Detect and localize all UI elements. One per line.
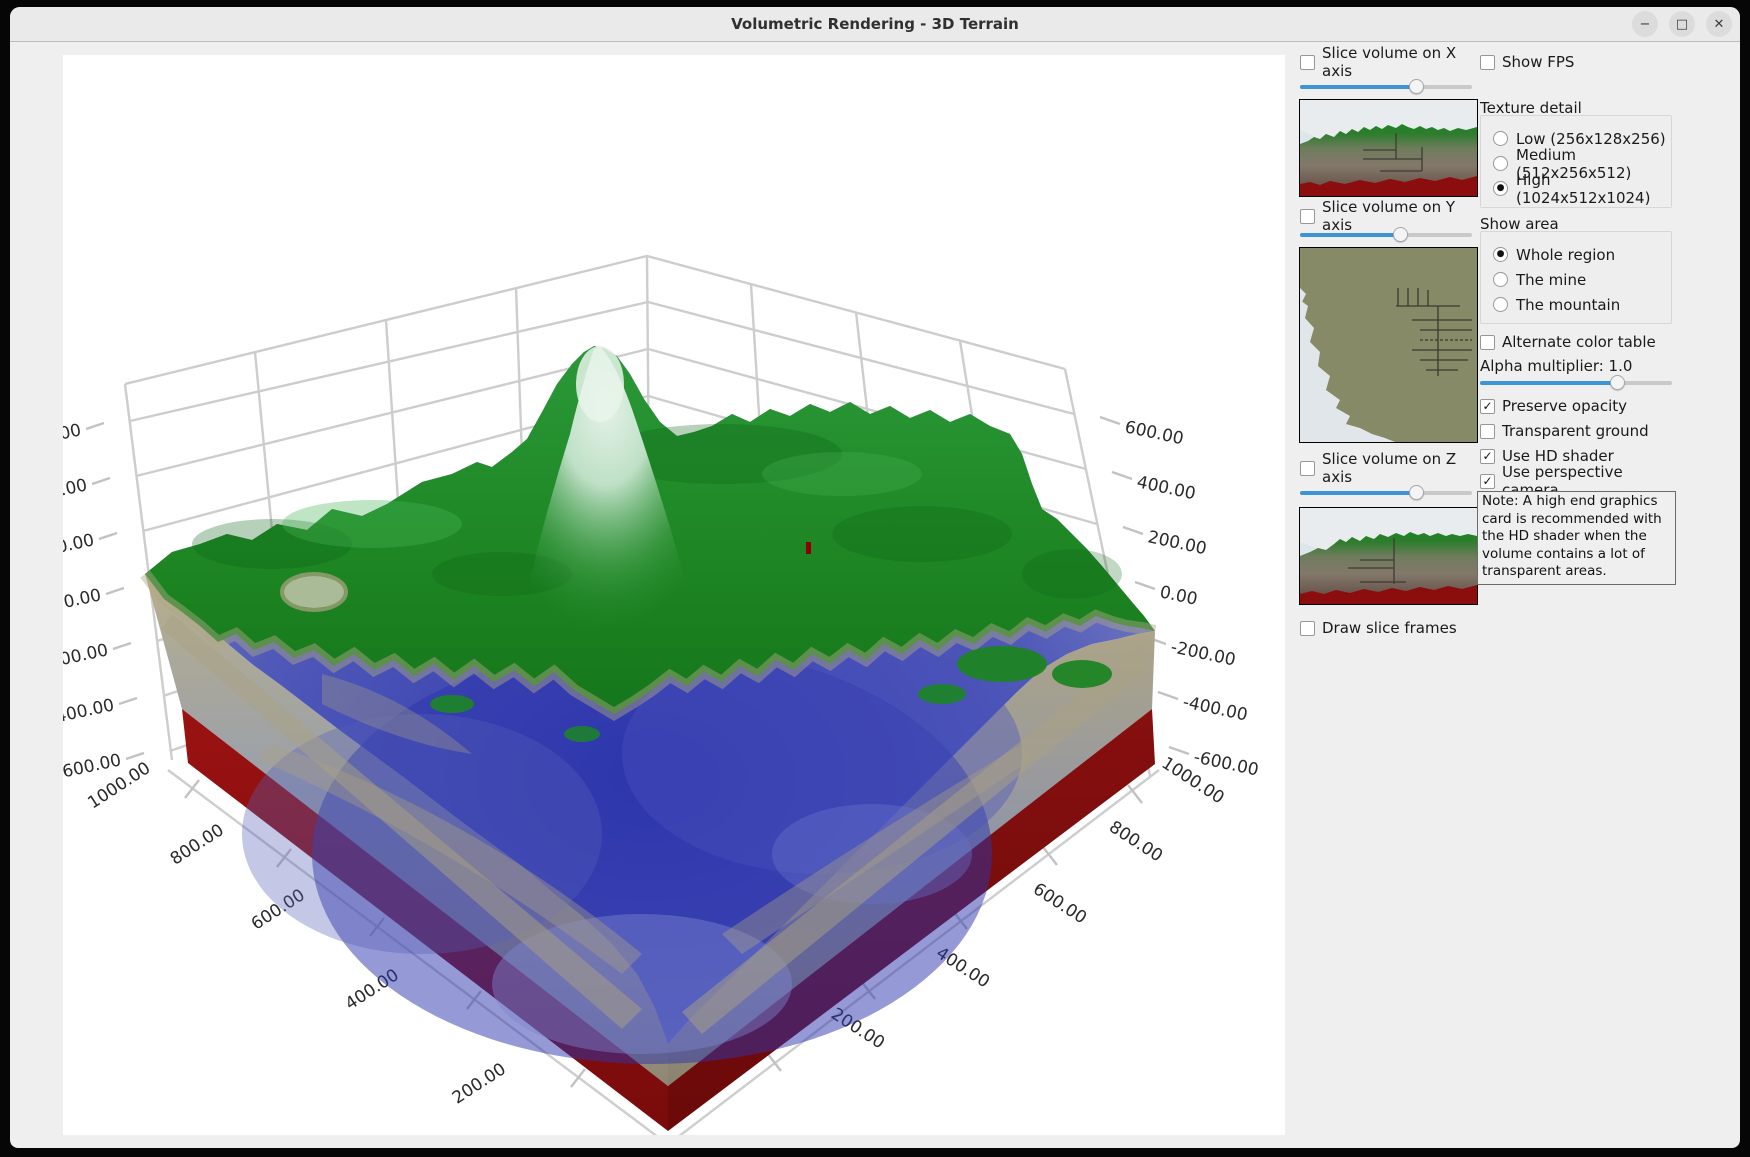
- radio-texture-high[interactable]: ● High (1024x512x1024): [1481, 176, 1671, 201]
- slice-x-label: Slice volume on X axis: [1322, 44, 1480, 80]
- svg-text:0.00: 0.00: [1158, 582, 1199, 609]
- window-controls: − □ ✕: [1632, 11, 1732, 37]
- slice-x-checkbox[interactable]: Slice volume on X axis: [1300, 53, 1480, 71]
- radio-area-the-mountain[interactable]: The mountain: [1481, 292, 1671, 317]
- preserve-opacity-label: Preserve opacity: [1502, 397, 1627, 415]
- terrain-plot-svg: 600.00 400.00 200.00 0.00 -200.00 -400.0…: [63, 55, 1285, 1135]
- mine-marker: [806, 542, 811, 554]
- radio-texture-low-circle[interactable]: [1493, 131, 1508, 146]
- close-icon: ✕: [1714, 17, 1725, 32]
- slice-x-checkbox-box[interactable]: [1300, 55, 1315, 70]
- radio-area-the-mine[interactable]: The mine: [1481, 267, 1671, 292]
- show-fps-checkbox-box[interactable]: [1480, 55, 1495, 70]
- use-hd-shader-checkbox-box[interactable]: ✓: [1480, 449, 1495, 464]
- window-title: Volumetric Rendering - 3D Terrain: [731, 15, 1019, 33]
- svg-text:800.00: 800.00: [167, 820, 228, 869]
- svg-text:0.00: 0.00: [63, 585, 103, 612]
- radio-texture-high-circle[interactable]: ●: [1493, 181, 1508, 196]
- minimize-icon: −: [1640, 17, 1651, 32]
- use-perspective-camera-checkbox-box[interactable]: ✓: [1480, 474, 1495, 489]
- slice-y-slider-knob[interactable]: [1393, 227, 1408, 242]
- svg-text:200.00: 200.00: [63, 530, 96, 562]
- radio-texture-medium-circle[interactable]: [1493, 156, 1508, 171]
- radio-area-the-mine-circle[interactable]: [1493, 272, 1508, 287]
- elevation-axis-labels-left: 600.00 400.00 200.00 0.00 -200.00 -400.0…: [63, 420, 123, 783]
- transparent-ground-checkbox-box[interactable]: [1480, 424, 1495, 439]
- slice-z-label: Slice volume on Z axis: [1322, 450, 1480, 486]
- slice-x-slider[interactable]: [1300, 79, 1472, 95]
- slice-x-slider-knob[interactable]: [1409, 79, 1424, 94]
- draw-slice-frames-checkbox-box[interactable]: [1300, 621, 1315, 636]
- slice-y-preview: [1299, 247, 1478, 443]
- svg-text:600.00: 600.00: [1123, 417, 1185, 449]
- preserve-opacity-checkbox-box[interactable]: ✓: [1480, 399, 1495, 414]
- svg-text:-200.00: -200.00: [1169, 637, 1237, 670]
- crater-depression: [282, 574, 346, 610]
- svg-text:600.00: 600.00: [1029, 879, 1090, 928]
- svg-text:800.00: 800.00: [1105, 817, 1166, 866]
- radio-area-the-mountain-circle[interactable]: [1493, 297, 1508, 312]
- use-perspective-camera-checkbox[interactable]: ✓ Use perspective camera: [1480, 472, 1680, 490]
- svg-text:600.00: 600.00: [63, 420, 83, 452]
- radio-area-whole-region[interactable]: ● Whole region: [1481, 242, 1671, 267]
- maximize-button[interactable]: □: [1669, 11, 1695, 37]
- slice-y-slider[interactable]: [1300, 227, 1472, 243]
- slice-z-slider[interactable]: [1300, 485, 1472, 501]
- app-window: Volumetric Rendering - 3D Terrain − □ ✕: [10, 7, 1740, 1148]
- svg-text:-400.00: -400.00: [1181, 692, 1249, 725]
- slice-z-checkbox-box[interactable]: [1300, 461, 1315, 476]
- svg-text:400.00: 400.00: [1135, 472, 1197, 504]
- svg-text:200.00: 200.00: [1146, 527, 1208, 559]
- alternate-color-table-checkbox-box[interactable]: [1480, 335, 1495, 350]
- show-fps-label: Show FPS: [1502, 53, 1574, 71]
- slice-z-slider-knob[interactable]: [1409, 485, 1424, 500]
- close-button[interactable]: ✕: [1706, 11, 1732, 37]
- texture-detail-group: Low (256x128x256) Medium (512x256x512) ●…: [1480, 115, 1672, 208]
- alpha-multiplier-slider[interactable]: [1480, 375, 1672, 391]
- draw-slice-frames-checkbox[interactable]: Draw slice frames: [1300, 619, 1480, 637]
- slice-y-checkbox[interactable]: Slice volume on Y axis: [1300, 207, 1480, 225]
- slice-y-checkbox-box[interactable]: [1300, 209, 1315, 224]
- draw-slice-frames-label: Draw slice frames: [1322, 619, 1457, 637]
- window-titlebar[interactable]: Volumetric Rendering - 3D Terrain − □ ✕: [10, 7, 1740, 42]
- slice-x-preview: [1299, 99, 1478, 197]
- maximize-icon: □: [1676, 17, 1688, 32]
- minimize-button[interactable]: −: [1632, 11, 1658, 37]
- alpha-multiplier-slider-knob[interactable]: [1610, 375, 1625, 390]
- svg-text:400.00: 400.00: [63, 475, 89, 507]
- screenshot-stage: Volumetric Rendering - 3D Terrain − □ ✕: [0, 0, 1750, 1157]
- slice-z-preview: [1299, 507, 1478, 605]
- alpha-multiplier-label: Alpha multiplier: 1.0: [1480, 357, 1632, 375]
- svg-text:-400.00: -400.00: [63, 695, 116, 728]
- terrain-volume: [145, 346, 1155, 1131]
- radio-area-whole-region-circle[interactable]: ●: [1493, 247, 1508, 262]
- show-area-group: ● Whole region The mine The mountain: [1480, 231, 1672, 324]
- alternate-color-table-label: Alternate color table: [1502, 333, 1656, 351]
- transparent-ground-label: Transparent ground: [1502, 422, 1649, 440]
- alternate-color-table-checkbox[interactable]: Alternate color table: [1480, 333, 1680, 351]
- slice-z-checkbox[interactable]: Slice volume on Z axis: [1300, 459, 1480, 477]
- svg-text:-200.00: -200.00: [63, 640, 110, 673]
- svg-text:200.00: 200.00: [449, 1059, 510, 1108]
- transparent-ground-checkbox[interactable]: Transparent ground: [1480, 422, 1680, 440]
- show-fps-checkbox[interactable]: Show FPS: [1480, 53, 1670, 71]
- preserve-opacity-checkbox[interactable]: ✓ Preserve opacity: [1480, 397, 1680, 415]
- hd-shader-note: Note: A high end graphics card is recomm…: [1477, 491, 1676, 585]
- terrain-3d-view[interactable]: 600.00 400.00 200.00 0.00 -200.00 -400.0…: [63, 55, 1285, 1135]
